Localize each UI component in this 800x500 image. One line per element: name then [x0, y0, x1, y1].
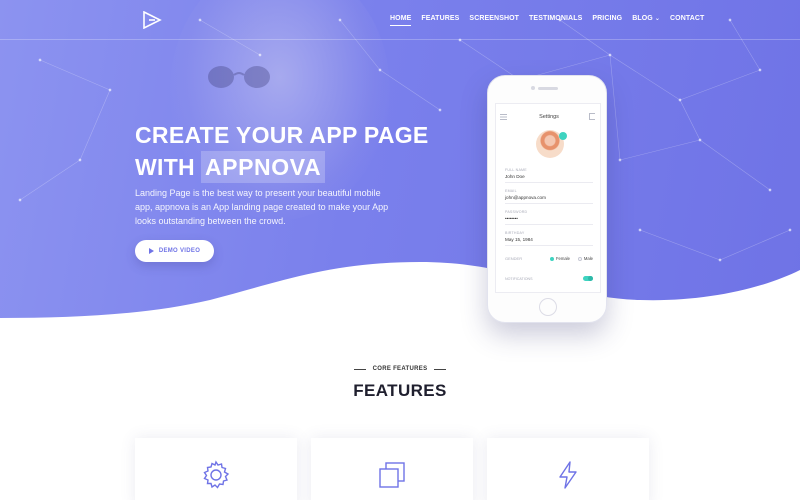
- demo-video-button[interactable]: DEMO VIDEO: [135, 240, 214, 262]
- core-features-eyebrow: CORE FEATURES: [0, 366, 800, 372]
- phone-speaker: [538, 87, 558, 90]
- radio-male: Male: [577, 256, 593, 261]
- radio-label: Female: [555, 256, 570, 261]
- radio-label: Male: [583, 256, 593, 261]
- notifications-row: NOTIFICATIONS: [505, 276, 593, 281]
- notifications-toggle: [583, 276, 593, 281]
- gear-icon: [203, 460, 230, 489]
- hero-description: Landing Page is the best way to present …: [135, 188, 389, 226]
- gender-row: GENDER Female Male: [505, 256, 593, 261]
- field-label: FULL NAME: [505, 168, 527, 172]
- main-menu: HOME FEATURES SCREENSHOT TESTIMONIALS PR…: [390, 15, 704, 26]
- field-full-name: FULL NAME John Doe: [505, 168, 593, 183]
- field-label: PASSWORD: [505, 210, 528, 214]
- field-value: ••••••••: [505, 216, 518, 221]
- nav-item-features[interactable]: FEATURES: [421, 15, 459, 26]
- headline-line-2: WITH APPNOVA: [135, 151, 429, 183]
- play-icon: [148, 248, 154, 254]
- headline-line-1: CREATE YOUR APP PAGE: [135, 122, 429, 148]
- field-label: EMAIL: [505, 189, 517, 193]
- field-password: PASSWORD ••••••••: [505, 210, 593, 225]
- headline-with: WITH: [135, 154, 195, 180]
- logo-icon[interactable]: [142, 11, 162, 29]
- phone-home-button: [539, 298, 557, 316]
- phone-mockup: Settings FULL NAME John Doe EMAIL john@a…: [487, 75, 607, 323]
- nav-item-contact[interactable]: CONTACT: [670, 15, 704, 26]
- demo-video-label: DEMO VIDEO: [158, 248, 201, 254]
- field-value: May 15, 1984: [505, 237, 533, 242]
- radio-dot-selected: [549, 256, 554, 261]
- field-value: John Doe: [505, 174, 525, 179]
- field-value: john@appnova.com: [505, 195, 546, 200]
- feature-card-1[interactable]: [135, 438, 297, 500]
- copy-icon: [379, 462, 405, 488]
- eyebrow-rule-right: [434, 368, 447, 370]
- eyebrow-rule-left: [353, 368, 366, 370]
- feature-card-2[interactable]: [311, 438, 473, 500]
- logout-icon: [589, 113, 595, 120]
- lightning-icon: [559, 461, 577, 489]
- radio-dot: [577, 256, 582, 261]
- nav-item-blog[interactable]: BLOG ⌄: [632, 15, 660, 26]
- feature-card-3[interactable]: [487, 438, 649, 500]
- gender-label: GENDER: [505, 256, 523, 261]
- eyebrow-text: CORE FEATURES: [372, 366, 428, 372]
- field-birthday: BIRTHDAY May 15, 1984: [505, 231, 593, 246]
- nav-item-testimonials[interactable]: TESTIMONIALS: [529, 15, 582, 26]
- phone-camera: [531, 86, 535, 90]
- hero-headline: CREATE YOUR APP PAGE WITH APPNOVA: [135, 119, 429, 183]
- nav-item-pricing[interactable]: PRICING: [592, 15, 622, 26]
- screen-title: Settings: [539, 114, 559, 120]
- field-label: BIRTHDAY: [505, 231, 525, 235]
- top-navbar: HOME FEATURES SCREENSHOT TESTIMONIALS PR…: [0, 0, 800, 40]
- features-heading: FEATURES: [353, 381, 447, 400]
- phone-screen: Settings FULL NAME John Doe EMAIL john@a…: [495, 103, 601, 293]
- radio-female: Female: [549, 256, 570, 261]
- nav-item-home[interactable]: HOME: [390, 15, 412, 26]
- nav-item-screenshot[interactable]: SCREENSHOT: [469, 15, 519, 26]
- nav-item-blog-label: BLOG: [632, 15, 653, 22]
- avatar-edit-badge: [559, 132, 567, 140]
- field-email: EMAIL john@appnova.com: [505, 189, 593, 204]
- chevron-down-icon: ⌄: [654, 16, 660, 22]
- headline-brand: APPNOVA: [200, 151, 326, 183]
- notifications-label: NOTIFICATIONS: [505, 276, 533, 281]
